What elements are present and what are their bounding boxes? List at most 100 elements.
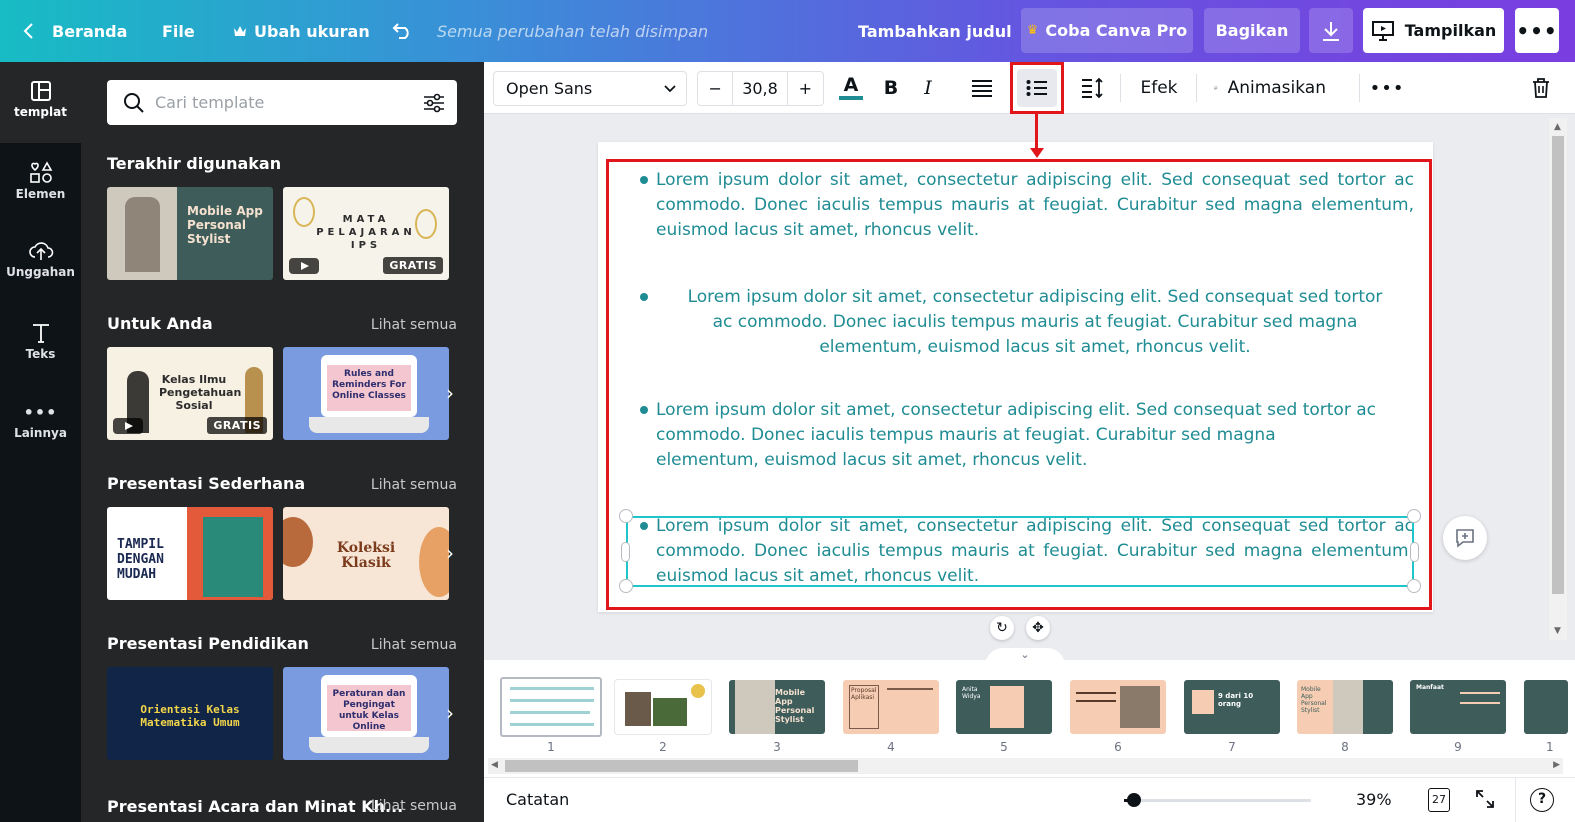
title-field[interactable]: Tambahkan judul: [858, 0, 1012, 62]
font-size-stepper[interactable]: − 30,8 +: [697, 71, 824, 106]
template-thumb[interactable]: Peraturan dan Pengingat untuk Kelas Onli…: [283, 667, 449, 760]
more-options-icon[interactable]: •••: [1370, 69, 1404, 107]
thumb-title: TAMPIL DENGAN MUDAH: [117, 537, 164, 582]
bold-button[interactable]: B: [877, 69, 905, 107]
scroll-left-icon[interactable]: ◀: [491, 760, 498, 770]
carousel-next-icon[interactable]: ›: [446, 543, 458, 563]
scroll-down-icon[interactable]: ▼: [1554, 626, 1561, 636]
thumb-title: Mobile App Personal Stylist: [775, 688, 815, 724]
see-all-link[interactable]: Lihat semua: [371, 317, 457, 333]
rotate-icon[interactable]: ↻: [990, 616, 1014, 640]
home-button[interactable]: Beranda: [22, 0, 127, 62]
scroll-thumb[interactable]: [1552, 136, 1564, 594]
italic-button[interactable]: I: [914, 69, 942, 107]
template-thumb[interactable]: Koleksi Klasik: [283, 507, 449, 600]
move-icon[interactable]: ✥: [1026, 616, 1050, 640]
slide-thumbnail[interactable]: [500, 677, 602, 737]
rail-label: Lainnya: [14, 426, 67, 440]
rail-item-templates[interactable]: templat: [0, 80, 81, 119]
rail-item-uploads[interactable]: Unggahan: [0, 240, 81, 279]
free-badge: GRATIS: [383, 257, 443, 274]
template-thumb[interactable]: Mobile App Personal Stylist: [107, 187, 273, 280]
slide-number: 1: [547, 740, 555, 754]
delete-button[interactable]: [1527, 69, 1555, 107]
see-all-link[interactable]: Lihat semua: [371, 637, 457, 653]
template-thumb[interactable]: Rules and Reminders For Online Classes: [283, 347, 449, 440]
see-all-link[interactable]: Lihat semua: [371, 798, 457, 814]
thumb-laptop-base: [309, 417, 429, 433]
template-thumb[interactable]: MATA PELAJARAN IPS GRATIS: [283, 187, 449, 280]
slide-thumbnail[interactable]: Proposal Aplikasi: [843, 680, 939, 734]
zoom-value[interactable]: 39%: [1356, 790, 1392, 809]
thumb-leaf: [293, 197, 315, 227]
slide-thumbnail[interactable]: [1070, 680, 1166, 734]
slide-thumbnail[interactable]: Mobile App Personal Stylist: [729, 680, 825, 734]
add-comment-button[interactable]: [1443, 516, 1487, 560]
section-title: Untuk Anda: [107, 314, 213, 333]
font-dropdown[interactable]: Open Sans: [493, 71, 687, 106]
zoom-slider-knob[interactable]: [1127, 793, 1141, 807]
notes-button[interactable]: Catatan: [506, 790, 569, 809]
slide-thumbnail[interactable]: [1524, 680, 1568, 734]
help-icon[interactable]: ?: [1530, 788, 1554, 812]
thumb-line: [1076, 692, 1116, 694]
file-menu[interactable]: File: [162, 0, 195, 62]
template-thumb[interactable]: Orientasi Kelas Matematika Umum: [107, 667, 273, 760]
present-button[interactable]: Tampilkan: [1363, 8, 1504, 53]
carousel-next-icon[interactable]: ›: [446, 383, 458, 403]
template-search[interactable]: Cari template: [107, 80, 457, 125]
scroll-up-icon[interactable]: ▲: [1554, 122, 1561, 132]
zoom-slider[interactable]: [1124, 799, 1311, 802]
scroll-thumb[interactable]: [505, 760, 858, 772]
increase-size-button[interactable]: +: [788, 72, 823, 105]
decrease-size-button[interactable]: −: [698, 72, 734, 105]
thumb-title: Manfaat: [1416, 684, 1444, 691]
thumb-panel: [1363, 680, 1393, 734]
thumb-title: MATA PELAJARAN IPS: [316, 214, 416, 251]
spacing-button[interactable]: [1078, 69, 1106, 107]
download-button[interactable]: [1309, 8, 1353, 53]
slide-thumbnail[interactable]: [615, 680, 711, 734]
horizontal-scrollbar[interactable]: ◀ ▶: [488, 758, 1563, 774]
font-size-value[interactable]: 30,8: [733, 72, 788, 105]
slide-thumbnail[interactable]: Anita Widya: [956, 680, 1052, 734]
rail-item-more[interactable]: ••• Lainnya: [0, 404, 81, 441]
text-color-button[interactable]: A: [837, 69, 865, 107]
thumb-laptop-base: [309, 737, 429, 753]
slide-number: 7: [1228, 740, 1236, 754]
resize-button[interactable]: Ubah ukuran: [233, 0, 370, 62]
rail-item-text[interactable]: Teks: [0, 322, 81, 361]
page-count-button[interactable]: 27: [1428, 788, 1450, 812]
thumb-title: Proposal Aplikasi: [851, 687, 877, 701]
slide-thumbnail[interactable]: Manfaat: [1410, 680, 1506, 734]
template-thumb[interactable]: TAMPIL DENGAN MUDAH: [107, 507, 273, 600]
undo-button[interactable]: [392, 0, 414, 62]
rail-item-elements[interactable]: Elemen: [0, 160, 81, 201]
rail-label: Teks: [25, 347, 56, 361]
fullscreen-button[interactable]: [1474, 788, 1496, 814]
highlight-box: [606, 159, 1432, 610]
scroll-right-icon[interactable]: ▶: [1553, 760, 1560, 770]
filter-icon[interactable]: [423, 93, 445, 113]
slide-number: 2: [659, 740, 667, 754]
slide-thumbnail[interactable]: Mobile App Personal Stylist: [1297, 680, 1393, 734]
effects-button[interactable]: Efek: [1134, 69, 1184, 107]
side-rail: templat Elemen Unggahan Teks ••• Lainnya: [0, 62, 81, 822]
slide-thumbnail[interactable]: 9 dari 10 orang: [1184, 680, 1280, 734]
more-menu-button[interactable]: •••: [1515, 8, 1559, 53]
collapse-filmstrip-button[interactable]: ⌄: [985, 648, 1065, 666]
align-button[interactable]: [967, 69, 997, 107]
carousel-next-icon[interactable]: ›: [446, 703, 458, 723]
align-justify-icon: [972, 80, 992, 97]
vertical-scrollbar[interactable]: ▲ ▼: [1549, 118, 1567, 640]
present-label: Tampilkan: [1404, 21, 1497, 40]
thumb-figure: [125, 197, 160, 272]
try-pro-button[interactable]: ♛ Coba Canva Pro: [1021, 8, 1193, 53]
animate-button[interactable]: Animasikan: [1214, 69, 1326, 107]
animate-label: Animasikan: [1227, 78, 1326, 98]
thumb-line: [510, 723, 594, 726]
play-icon: [289, 258, 319, 274]
see-all-link[interactable]: Lihat semua: [371, 477, 457, 493]
share-button[interactable]: Bagikan: [1204, 8, 1300, 53]
template-thumb[interactable]: Kelas Ilmu Pengetahuan Sosial GRATIS: [107, 347, 273, 440]
